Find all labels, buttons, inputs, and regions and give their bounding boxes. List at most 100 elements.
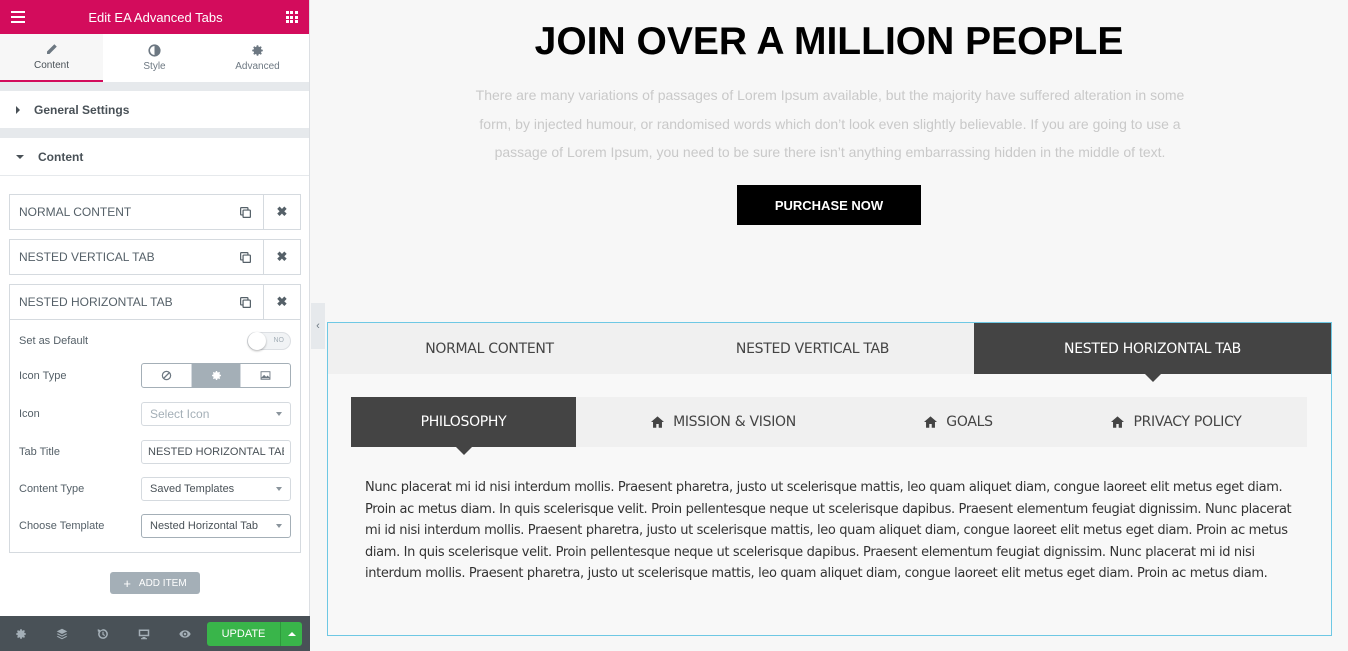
duplicate-icon[interactable] xyxy=(227,285,263,319)
tab-title-input[interactable] xyxy=(141,440,291,464)
icon-type-control: Icon Type xyxy=(19,363,291,388)
choose-template-control: Choose Template Nested Horizontal Tab xyxy=(19,514,291,538)
duplicate-icon[interactable] xyxy=(227,240,263,274)
section-content-label: Content xyxy=(38,149,84,164)
choose-template-label: Choose Template xyxy=(19,520,105,532)
content-type-label: Content Type xyxy=(19,483,85,495)
panel-tabs: Content Style Advanced xyxy=(0,34,309,82)
pencil-icon xyxy=(47,44,57,54)
plus-icon: + xyxy=(123,575,131,591)
caret-up-icon xyxy=(287,631,296,636)
purchase-now-button[interactable]: PURCHASE NOW xyxy=(737,185,921,225)
update-button[interactable]: UPDATE xyxy=(207,621,280,646)
repeater-item: NORMAL CONTENT ✖ xyxy=(9,194,301,230)
repeater-item-title[interactable]: NORMAL CONTENT xyxy=(10,205,227,219)
half-circle-icon xyxy=(148,44,161,57)
tab-mission-vision-label: MISSION & VISION xyxy=(673,414,796,430)
remove-icon[interactable]: ✖ xyxy=(263,240,300,274)
divider xyxy=(0,82,309,91)
section-general-label: General Settings xyxy=(34,102,130,117)
panel-header: Edit EA Advanced Tabs xyxy=(0,0,309,34)
caret-down-icon xyxy=(16,154,24,159)
tab-goals-label: GOALS xyxy=(946,414,993,430)
repeater-item-expanded: NESTED HORIZONTAL TAB ✖ Set as Default N… xyxy=(9,284,301,553)
tab-content[interactable]: Content xyxy=(0,34,103,82)
advanced-tabs-widget: NORMAL CONTENT NESTED VERTICAL TAB NESTE… xyxy=(327,322,1332,636)
content-type-select[interactable]: Saved Templates xyxy=(141,477,291,501)
tab-style-label: Style xyxy=(143,61,166,72)
icon-type-none[interactable] xyxy=(142,364,191,387)
tab-content-text: Nunc placerat mi id nisi interdum mollis… xyxy=(365,480,1292,582)
settings-icon[interactable] xyxy=(0,628,41,640)
tab-normal-content[interactable]: NORMAL CONTENT xyxy=(328,323,651,374)
repeater-item: NESTED VERTICAL TAB ✖ xyxy=(9,239,301,275)
tab-privacy-policy[interactable]: PRIVACY POLICY xyxy=(1046,397,1307,447)
tab-nested-vertical[interactable]: NESTED VERTICAL TAB xyxy=(651,323,974,374)
tab-title-control: Tab Title xyxy=(19,440,291,464)
remove-icon[interactable]: ✖ xyxy=(263,285,300,319)
image-icon xyxy=(260,371,271,380)
add-item-label: ADD ITEM xyxy=(138,577,187,589)
remove-icon[interactable]: ✖ xyxy=(263,195,300,229)
home-icon xyxy=(651,416,665,428)
chevron-down-icon xyxy=(276,524,282,528)
preview-icon[interactable] xyxy=(164,628,205,640)
caret-right-icon xyxy=(16,105,20,114)
inner-tab-nav: PHILOSOPHY MISSION & VISION GOALS PRIVAC… xyxy=(351,397,1307,455)
tab-philosophy[interactable]: PHILOSOPHY xyxy=(351,397,576,455)
outer-tab-nav: NORMAL CONTENT NESTED VERTICAL TAB NESTE… xyxy=(328,323,1331,382)
toggle-state: NO xyxy=(273,337,285,344)
update-options-button[interactable] xyxy=(280,621,302,646)
layers-icon[interactable] xyxy=(41,628,82,640)
chevron-down-icon xyxy=(276,487,282,491)
content-type-value: Saved Templates xyxy=(150,483,235,495)
toggle-knob xyxy=(248,332,266,350)
chevron-down-icon xyxy=(276,412,282,416)
tab-style[interactable]: Style xyxy=(103,34,206,82)
repeater-item-fields: Set as Default NO Icon Type Icon Select … xyxy=(9,320,301,553)
section-content[interactable]: Content xyxy=(0,138,309,176)
duplicate-icon[interactable] xyxy=(227,195,263,229)
content-type-control: Content Type Saved Templates xyxy=(19,477,291,501)
repeater-item-title[interactable]: NESTED VERTICAL TAB xyxy=(10,250,227,264)
repeater-item-title[interactable]: NESTED HORIZONTAL TAB xyxy=(10,295,227,309)
divider xyxy=(0,129,309,138)
widgets-grid-icon[interactable] xyxy=(285,11,298,23)
gear-icon xyxy=(252,45,263,56)
tab-advanced-label: Advanced xyxy=(235,61,280,72)
tab-goals[interactable]: GOALS xyxy=(871,397,1046,447)
icon-type-image[interactable] xyxy=(240,364,290,387)
panel-footer: UPDATE xyxy=(0,616,310,651)
tab-nested-horizontal[interactable]: NESTED HORIZONTAL TAB xyxy=(974,323,1331,382)
add-item-button[interactable]: + ADD ITEM xyxy=(110,572,200,594)
icon-type-label: Icon Type xyxy=(19,369,67,382)
tab-mission-vision[interactable]: MISSION & VISION xyxy=(576,397,871,447)
chevron-left-icon: ‹ xyxy=(316,320,320,332)
section-general-settings[interactable]: General Settings xyxy=(0,91,309,129)
icon-type-icon[interactable] xyxy=(190,364,241,387)
set-default-label: Set as Default xyxy=(19,335,89,347)
choose-template-value: Nested Horizontal Tab xyxy=(150,520,259,532)
collapse-panel-button[interactable]: ‹ xyxy=(311,303,325,349)
choose-template-select[interactable]: Nested Horizontal Tab xyxy=(141,514,291,538)
set-default-toggle[interactable]: NO xyxy=(247,332,291,350)
tab-title-label: Tab Title xyxy=(19,446,60,458)
icon-select[interactable]: Select Icon xyxy=(141,402,291,426)
responsive-icon[interactable] xyxy=(123,628,164,640)
gear-icon xyxy=(211,371,221,380)
icon-label: Icon xyxy=(19,408,40,420)
set-default-control: Set as Default NO xyxy=(19,332,291,350)
tab-content-label: Content xyxy=(33,60,70,71)
history-icon[interactable] xyxy=(82,628,123,640)
icon-type-choices xyxy=(141,363,291,388)
tab-philosophy-label: PHILOSOPHY xyxy=(420,414,507,430)
hero-heading: JOIN OVER A MILLION PEOPLE xyxy=(534,20,1124,63)
tab-privacy-policy-label: PRIVACY POLICY xyxy=(1133,414,1242,430)
home-icon xyxy=(1111,416,1125,428)
tab-advanced[interactable]: Advanced xyxy=(206,34,309,82)
editor-panel: Edit EA Advanced Tabs Content Style Adva… xyxy=(0,0,310,651)
icon-control: Icon Select Icon xyxy=(19,402,291,426)
editor-root: Edit EA Advanced Tabs Content Style Adva… xyxy=(0,0,1348,651)
panel-title: Edit EA Advanced Tabs xyxy=(88,9,223,25)
menu-icon[interactable] xyxy=(11,11,25,23)
